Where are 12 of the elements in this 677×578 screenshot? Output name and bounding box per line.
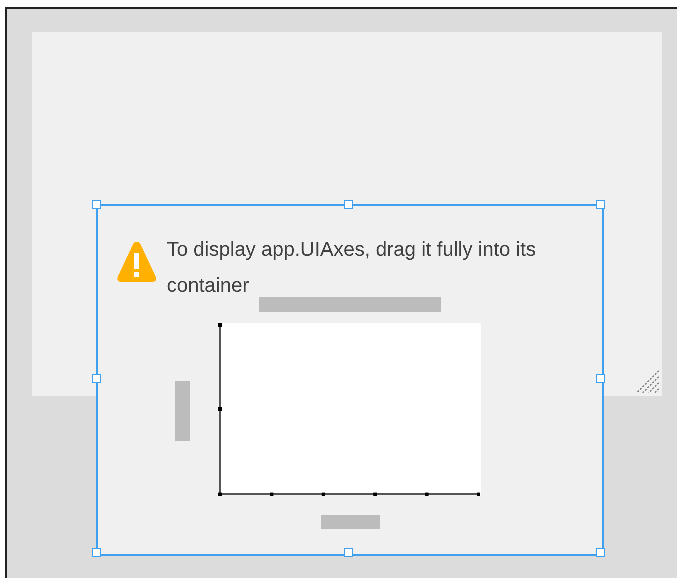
resize-handle[interactable]: [596, 548, 605, 557]
resize-handle[interactable]: [344, 548, 353, 557]
resize-handle[interactable]: [596, 200, 605, 209]
resize-handle[interactable]: [92, 200, 101, 209]
resize-handle[interactable]: [344, 200, 353, 209]
ylabel-placeholder: [175, 381, 190, 441]
warning-message: To display app.UIAxes, drag it fully into its container: [167, 238, 538, 299]
resize-handle[interactable]: [596, 374, 605, 383]
resize-handle[interactable]: [92, 374, 101, 383]
xlabel-placeholder: [321, 515, 380, 529]
resize-handle[interactable]: [92, 548, 101, 557]
warning-icon: [116, 240, 158, 284]
